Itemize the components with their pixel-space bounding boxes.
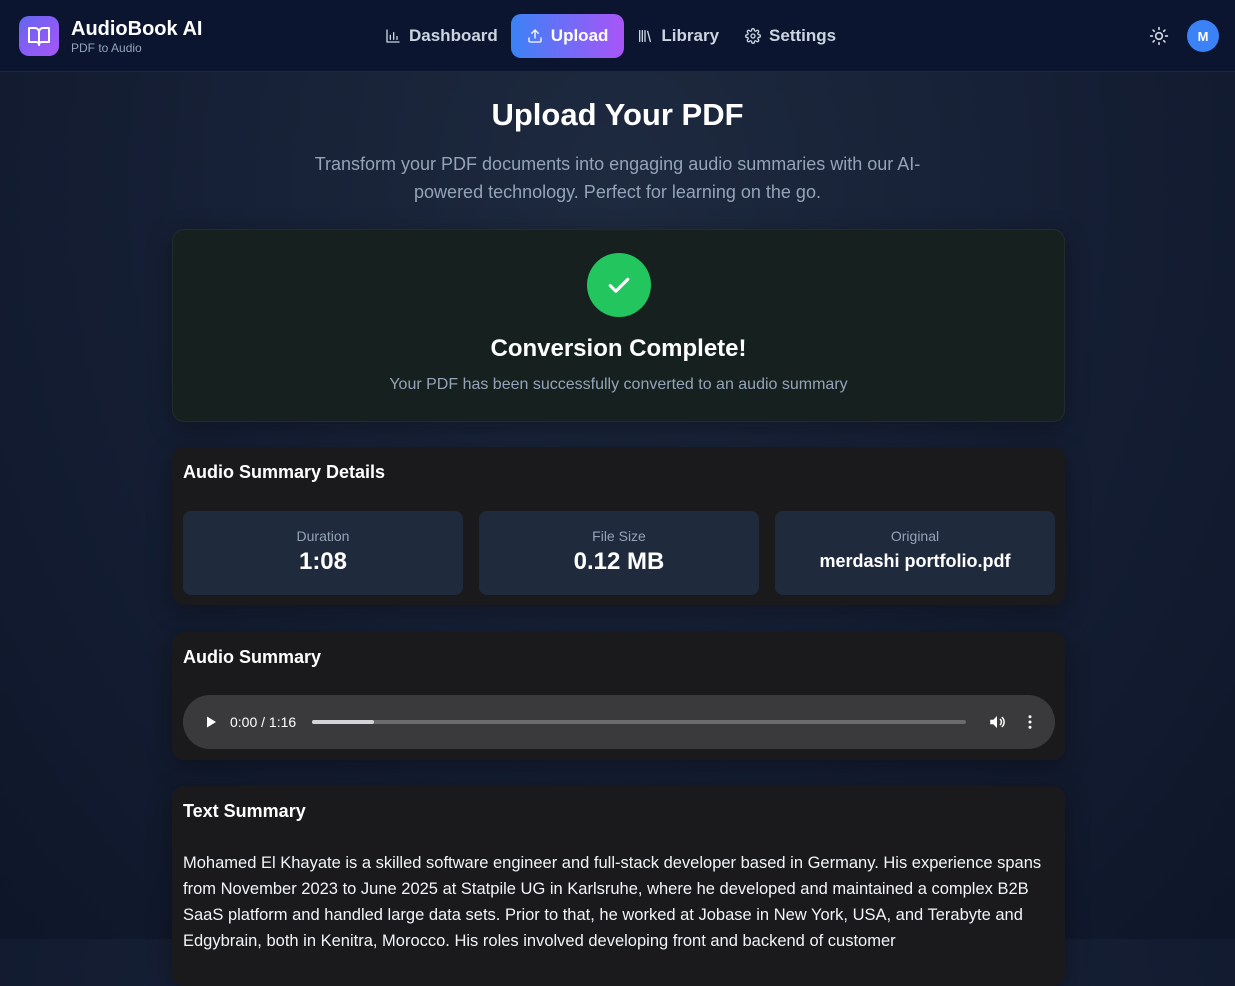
main-nav: Dashboard Upload Library Settings	[372, 14, 849, 58]
more-vertical-icon[interactable]	[1021, 713, 1039, 731]
duration-stat: Duration 1:08	[183, 511, 463, 595]
success-subtitle: Your PDF has been successfully converted…	[389, 376, 848, 393]
user-avatar[interactable]: M	[1187, 20, 1219, 52]
progress-slider[interactable]	[312, 720, 966, 724]
original-label: Original	[890, 528, 940, 544]
file-size-stat: File Size 0.12 MB	[479, 511, 759, 595]
nav-settings[interactable]: Settings	[732, 14, 849, 58]
original-file-stat: Original merdashi portfolio.pdf	[775, 511, 1055, 595]
brand-subtitle: PDF to Audio	[71, 41, 142, 55]
text-summary-body: Mohamed El Khayate is a skilled software…	[183, 854, 1042, 950]
nav-upload[interactable]: Upload	[510, 14, 625, 58]
library-icon	[639, 30, 652, 42]
logo[interactable]	[19, 16, 59, 56]
page-title: Upload Your PDF	[491, 97, 744, 132]
brand-title: AudioBook AI	[71, 18, 203, 40]
success-title: Conversion Complete!	[490, 335, 747, 362]
conversion-success-card: Conversion Complete! Your PDF has been s…	[172, 229, 1065, 422]
book-open-icon	[28, 27, 50, 46]
nav-dashboard[interactable]: Dashboard	[372, 14, 511, 58]
progress-fill	[312, 720, 375, 724]
audio-details-card: Audio Summary Details Duration 1:08 File…	[172, 447, 1065, 605]
theme-toggle-button[interactable]	[1147, 24, 1171, 48]
audio-summary-card: Audio Summary 0:00 / 1:16	[172, 632, 1065, 760]
nav-upload-label: Upload	[550, 26, 609, 45]
success-badge	[587, 253, 651, 317]
details-title: Audio Summary Details	[183, 462, 386, 482]
duration-label: Duration	[296, 528, 350, 544]
sun-icon	[1149, 26, 1169, 46]
audio-title: Audio Summary	[183, 647, 322, 667]
bar-chart-icon	[386, 29, 400, 43]
nav-library-label: Library	[661, 26, 720, 45]
check-icon	[608, 277, 630, 293]
nav-dashboard-label: Dashboard	[409, 26, 498, 45]
nav-settings-label: Settings	[769, 26, 837, 45]
gear-icon	[745, 28, 761, 44]
volume-icon[interactable]	[988, 713, 1006, 731]
file-size-value: 0.12 MB	[573, 548, 665, 575]
upload-icon	[528, 29, 542, 43]
play-icon[interactable]	[203, 714, 219, 730]
page-description: Transform your PDF documents into engagi…	[314, 154, 921, 202]
audio-player[interactable]: 0:00 / 1:16	[183, 695, 1055, 749]
nav-library[interactable]: Library	[624, 14, 732, 58]
top-navigation-bar: AudioBook AI PDF to Audio Dashboard Uplo…	[0, 0, 1235, 72]
original-filename: merdashi portfolio.pdf	[819, 551, 1011, 571]
file-size-label: File Size	[592, 528, 646, 544]
duration-value: 1:08	[298, 548, 348, 575]
text-summary-card: Text Summary Mohamed El Khayate is a ski…	[172, 786, 1065, 986]
playback-time: 0:00 / 1:16	[230, 714, 297, 730]
text-summary-title: Text Summary	[183, 801, 306, 821]
